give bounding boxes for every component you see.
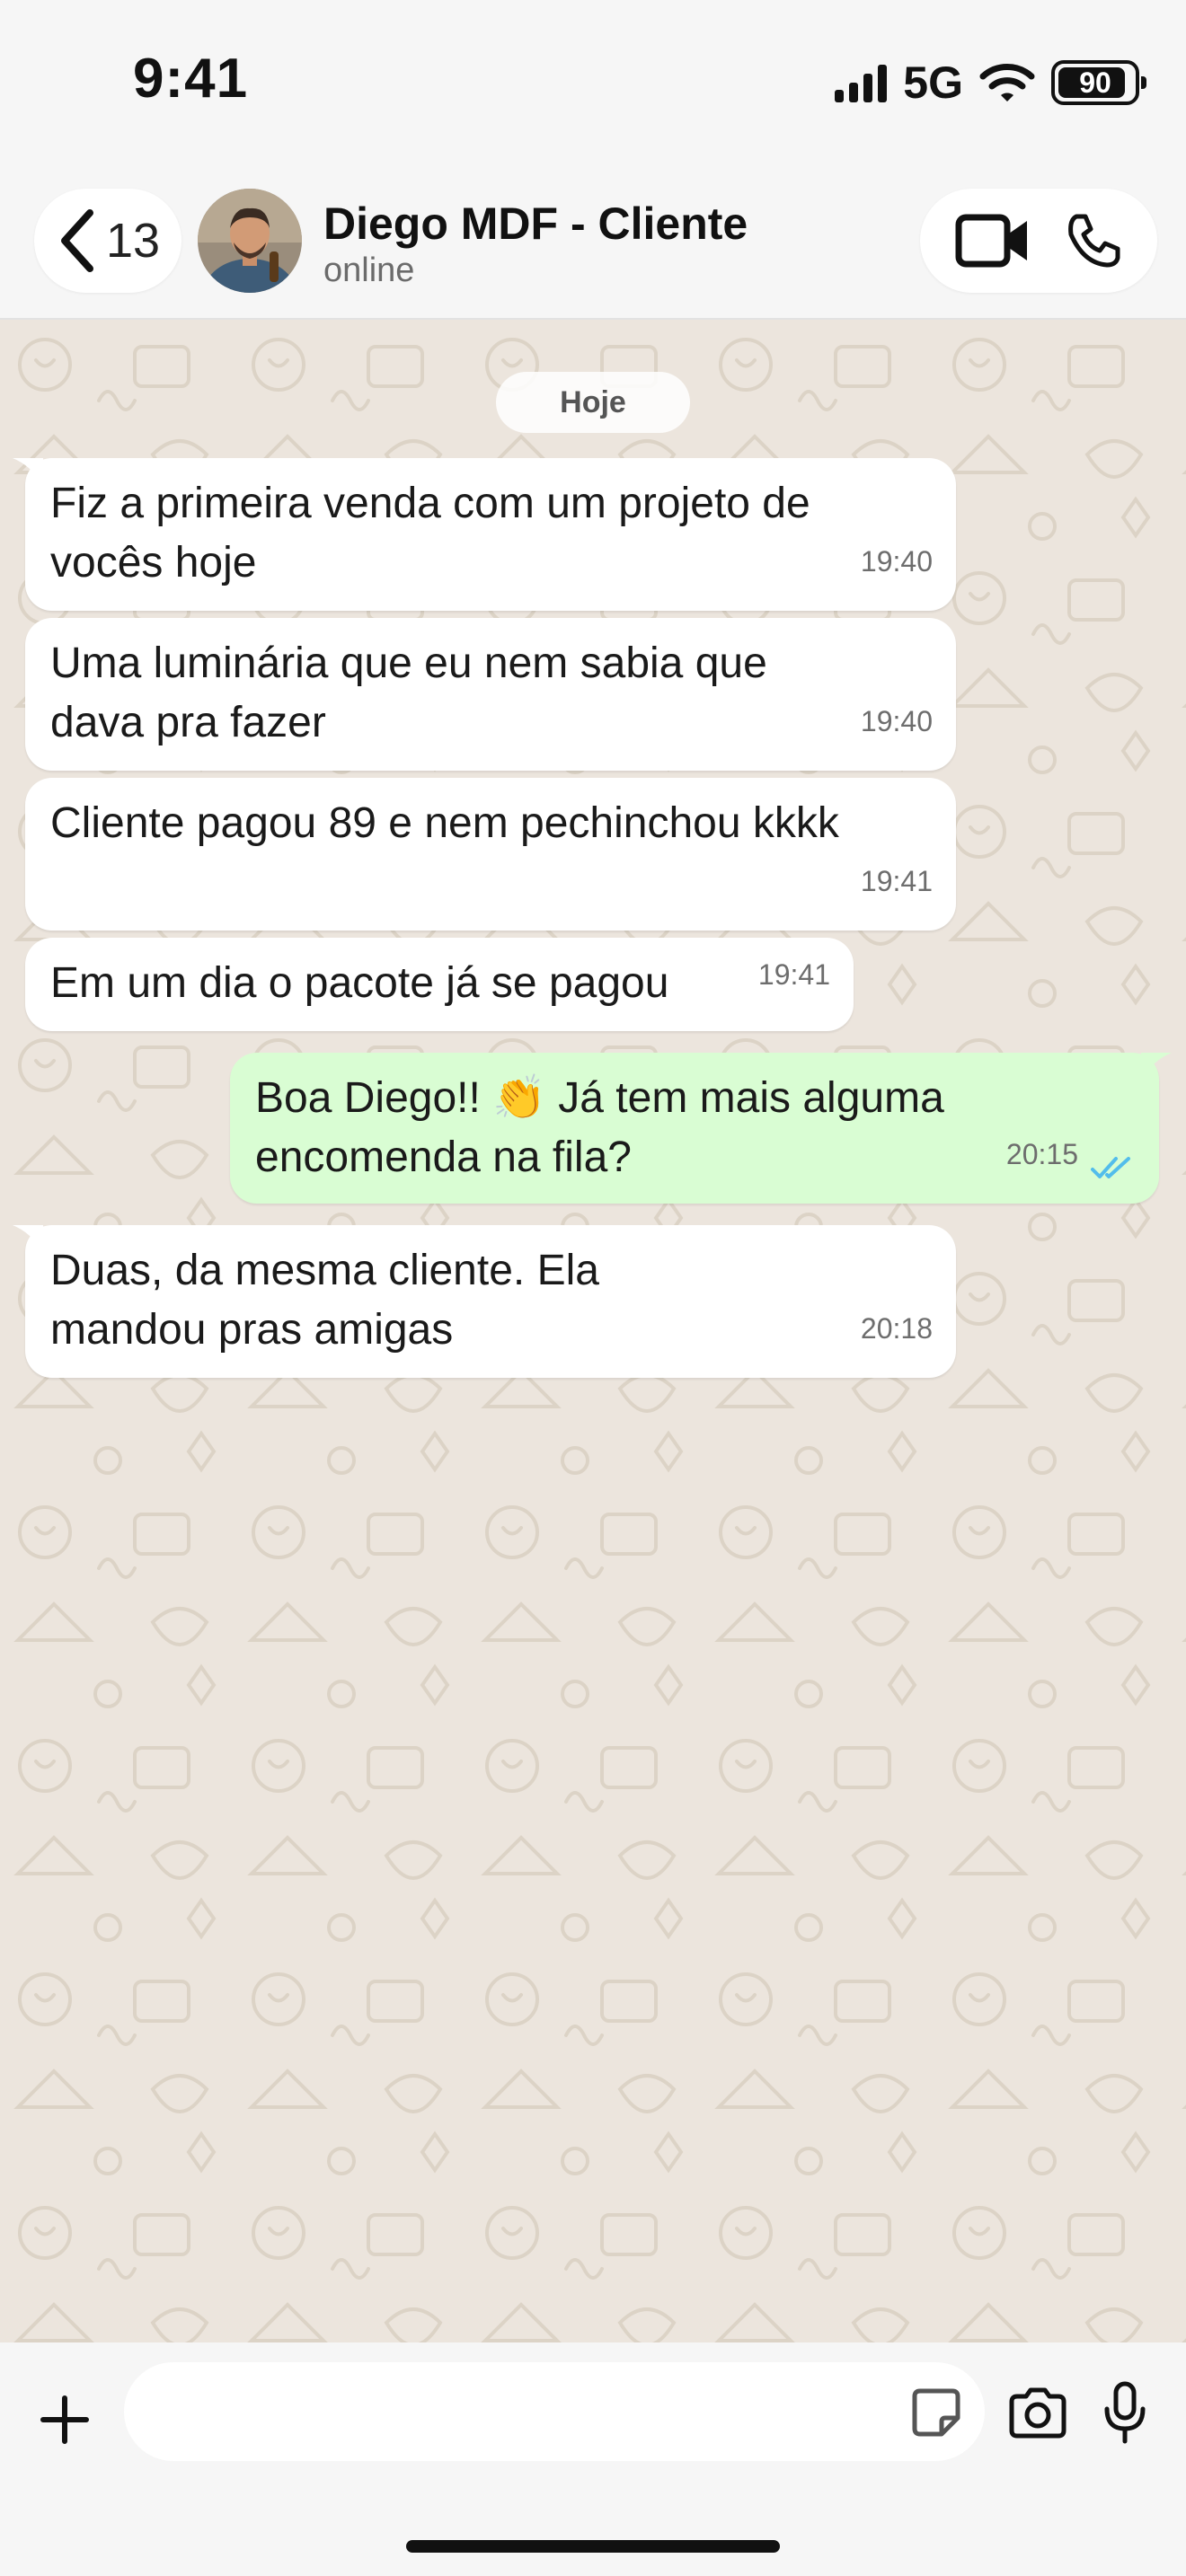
contact-avatar[interactable] <box>198 189 302 293</box>
message-time: 19:40 <box>860 545 933 578</box>
video-call-icon[interactable] <box>955 212 1031 269</box>
call-actions <box>920 189 1157 293</box>
contact-status: online <box>323 251 415 289</box>
message-time: 20:15 <box>1005 1138 1078 1170</box>
sticker-icon[interactable] <box>909 2386 963 2439</box>
wifi-icon <box>979 64 1035 101</box>
plus-icon[interactable] <box>38 2393 92 2447</box>
message-input-bar <box>0 2342 1186 2576</box>
message-text: Duas, da mesma cliente. Ela mandou pras … <box>50 1247 599 1354</box>
status-indicators: 5G 90 <box>835 57 1146 108</box>
battery-icon: 90 <box>1051 60 1146 105</box>
unread-count: 13 <box>106 214 161 268</box>
double-check-icon <box>1091 1157 1130 1178</box>
camera-icon[interactable] <box>1006 2386 1069 2439</box>
message-bubble-outgoing[interactable]: Boa Diego!! 👏 Já tem mais alguma encomen… <box>230 1053 1172 1204</box>
message-bubble-incoming[interactable]: Fiz a primeira venda com um projeto de v… <box>13 458 956 611</box>
cellular-signal-icon <box>835 63 888 102</box>
back-button[interactable]: 13 <box>34 189 181 293</box>
battery-level: 90 <box>1079 66 1111 99</box>
microphone-icon[interactable] <box>1102 2380 1148 2445</box>
message-time: 19:40 <box>860 705 933 737</box>
chevron-left-icon <box>61 209 93 272</box>
message-time: 19:41 <box>860 865 933 897</box>
message-bubble-incoming[interactable]: Uma luminária que eu nem sabia que dava … <box>25 618 956 771</box>
phone-icon[interactable] <box>1064 211 1123 270</box>
message-bubble-incoming[interactable]: Cliente pagou 89 e nem pechinchou kkkk 1… <box>25 778 956 931</box>
chat-header: 13 Diego MDF - Cliente online <box>0 171 1186 320</box>
contact-name[interactable]: Diego MDF - Cliente <box>323 198 748 250</box>
chat-area[interactable]: Hoje Fiz a primeira venda com um projeto… <box>0 320 1186 2342</box>
message-bubble-incoming[interactable]: Em um dia o pacote já se pagou 19:41 <box>25 938 854 1031</box>
message-text: Fiz a primeira venda com um projeto de v… <box>50 480 810 587</box>
status-bar: 9:41 5G 90 <box>0 0 1186 171</box>
message-time: 20:18 <box>860 1312 933 1345</box>
message-text: Boa Diego!! 👏 Já tem mais alguma encomen… <box>255 1074 944 1181</box>
status-time: 9:41 <box>133 48 249 110</box>
date-separator: Hoje <box>496 372 690 433</box>
message-text: Em um dia o pacote já se pagou <box>50 959 669 1007</box>
message-text: Uma luminária que eu nem sabia que dava … <box>50 640 767 746</box>
network-type: 5G <box>903 57 963 108</box>
message-input[interactable] <box>124 2362 985 2461</box>
message-text: Cliente pagou 89 e nem pechinchou kkkk <box>50 799 839 847</box>
message-time: 19:41 <box>757 958 830 991</box>
message-bubble-incoming[interactable]: Duas, da mesma cliente. Ela mandou pras … <box>13 1225 956 1378</box>
home-indicator <box>406 2540 780 2553</box>
